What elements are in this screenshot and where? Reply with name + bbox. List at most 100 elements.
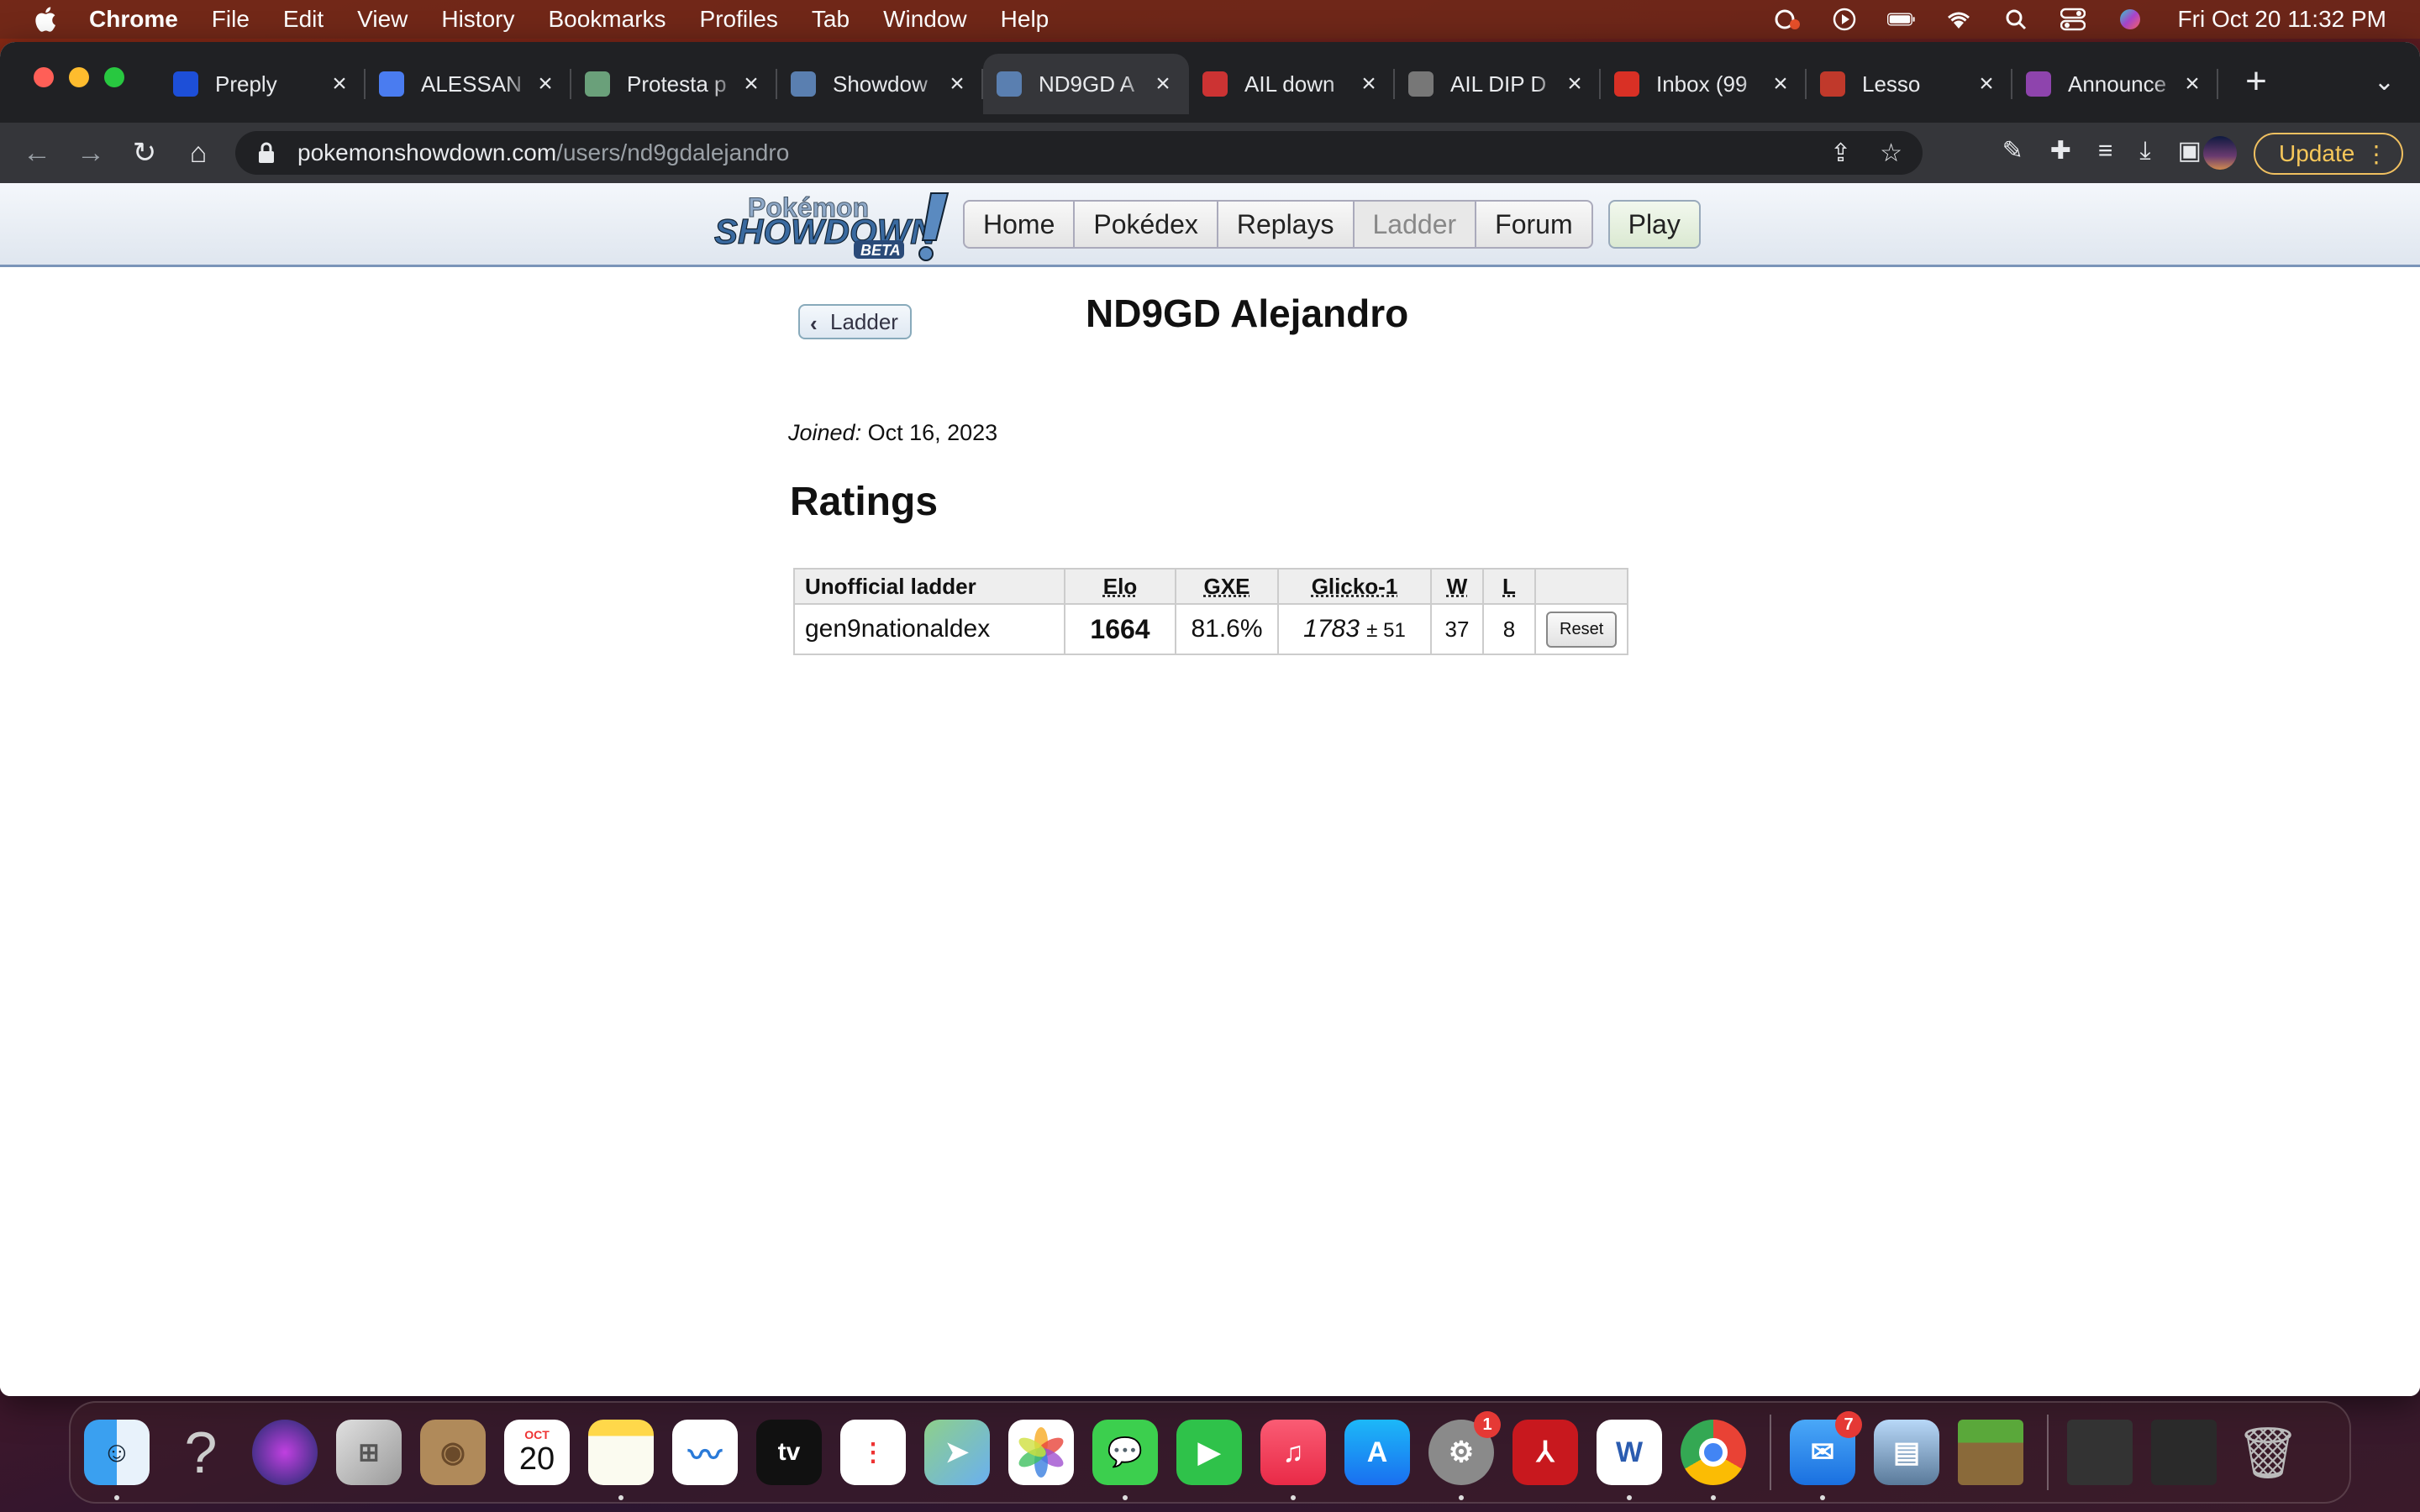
tab-close-icon[interactable]: × [327,70,352,98]
maps-icon[interactable]: ➤ [924,1420,990,1485]
menu-view[interactable]: View [357,6,408,33]
tab-close-icon[interactable]: × [944,70,970,98]
browser-tab[interactable]: Preply × [160,54,366,114]
menu-history[interactable]: History [441,6,514,33]
tab-favicon-icon [585,71,610,97]
tab-close-icon[interactable]: × [1150,70,1176,98]
finder-icon[interactable]: ☺ [84,1420,150,1500]
apple-tv-icon[interactable]: tv [756,1420,822,1485]
menu-app-chrome[interactable]: Chrome [89,6,178,33]
bookmark-star-icon[interactable]: ☆ [1880,139,1902,168]
preview-icon[interactable]: ▤ [1874,1420,1939,1485]
notes-icon[interactable] [588,1420,654,1500]
word-icon[interactable]: W [1597,1420,1662,1500]
tab-close-icon[interactable]: × [2180,70,2205,98]
nav-forum[interactable]: Forum [1475,200,1593,249]
window-controls [34,67,124,87]
downloads-icon[interactable]: ⤓ [2139,137,2150,165]
back-to-ladder-button[interactable]: ‹ Ladder [798,304,912,339]
browser-tab[interactable]: Protesta p × [571,54,777,114]
extension-icon[interactable]: ✎ [2002,136,2023,165]
browser-tab[interactable]: Lesso × [1807,54,2012,114]
recent-document-thumbnail[interactable] [2151,1420,2217,1485]
freeform-icon[interactable]: 〰 [672,1420,738,1485]
close-window-button[interactable] [34,67,54,87]
siri-icon[interactable] [2116,7,2144,32]
zoom-window-button[interactable] [104,67,124,87]
browser-tab[interactable]: Announce × [2012,54,2218,114]
browser-tab[interactable]: AIL down × [1189,54,1395,114]
menu-profiles[interactable]: Profiles [700,6,778,33]
share-icon[interactable]: ⇪ [1830,139,1851,168]
tab-search-chevron-icon[interactable]: ⌄ [2374,67,2395,97]
home-icon[interactable]: ⌂ [182,136,215,170]
media-queue-icon[interactable]: ≡ [2098,137,2113,165]
browser-tab[interactable]: Showdow × [777,54,983,114]
more-menu-icon[interactable]: ⋮ [2365,140,2388,168]
music-icon[interactable]: ♫ [1260,1420,1326,1500]
menu-edit[interactable]: Edit [283,6,324,33]
nav-home[interactable]: Home [963,200,1076,249]
tab-close-icon[interactable]: × [739,70,764,98]
trash-icon[interactable]: 🗑 [2235,1420,2301,1485]
apple-logo-icon[interactable] [32,5,57,34]
reset-button[interactable]: Reset [1546,611,1618,648]
messages-icon[interactable]: 💬 [1092,1420,1158,1500]
menu-help[interactable]: Help [1001,6,1050,33]
nav-ladder[interactable]: Ladder [1352,200,1477,249]
tab-close-icon[interactable]: × [533,70,558,98]
mail-icon[interactable]: ✉ 7 [1790,1411,1862,1500]
calendar-icon[interactable]: OCT 20 [504,1420,570,1485]
media-play-icon[interactable] [1830,7,1859,32]
side-panel-icon[interactable]: ▣ [2178,136,2202,165]
wifi-icon[interactable] [1944,7,1973,32]
tab-close-icon[interactable]: × [1562,70,1587,98]
tab-close-icon[interactable]: × [1356,70,1381,98]
update-button[interactable]: Update ⋮ [2254,133,2403,175]
tab-favicon-icon [791,71,816,97]
settings-badge: 1 [1474,1411,1501,1438]
spotlight-search-icon[interactable] [2002,7,2030,32]
launchpad-icon[interactable]: ⊞ [336,1420,402,1485]
back-arrow-icon[interactable]: ← [20,136,54,170]
browser-tab[interactable]: ALESSAN × [366,54,571,114]
extensions-puzzle-icon[interactable]: ✚ [2050,136,2071,165]
pokemon-showdown-logo[interactable]: Pokémon SHOWDOWN BETA [711,188,955,262]
header-losses: L [1502,573,1516,599]
nav-replays[interactable]: Replays [1216,200,1355,249]
creative-cloud-icon[interactable] [1773,7,1802,32]
reminders-icon[interactable]: ⋮ [840,1420,906,1485]
facetime-icon[interactable]: ▶ [1176,1420,1242,1485]
menu-bar-clock[interactable]: Fri Oct 20 11:32 PM [2178,6,2386,33]
photos-icon[interactable] [1008,1420,1074,1485]
control-center-icon[interactable] [2059,7,2087,32]
menu-tab[interactable]: Tab [812,6,850,33]
profile-avatar[interactable] [2203,136,2237,170]
system-settings-icon[interactable]: ⚙ 1 [1428,1411,1501,1500]
tab-close-icon[interactable]: × [1974,70,1999,98]
tab-separator [2217,69,2218,99]
nav-pokedex[interactable]: Pokédex [1073,200,1218,249]
play-button[interactable]: Play [1607,200,1701,249]
address-bar[interactable]: pokemonshowdown.com/users/nd9gdalejandro… [235,131,1923,175]
siri-app-icon[interactable] [252,1420,318,1485]
app-store-icon[interactable]: A [1344,1420,1410,1485]
new-tab-button[interactable]: + [2235,60,2277,102]
help-question-icon[interactable]: ? [168,1420,234,1485]
recent-window-thumbnail[interactable] [2067,1420,2133,1485]
browser-tab[interactable]: Inbox (99 × [1601,54,1807,114]
battery-icon[interactable] [1886,7,1916,32]
acrobat-icon[interactable]: ⅄ [1512,1420,1578,1485]
browser-tab[interactable]: AIL DIP D × [1395,54,1601,114]
menu-file[interactable]: File [212,6,250,33]
chrome-icon[interactable] [1681,1420,1746,1500]
contacts-icon[interactable]: ◉ [420,1420,486,1485]
menu-window[interactable]: Window [883,6,967,33]
tab-close-icon[interactable]: × [1768,70,1793,98]
minecraft-icon[interactable] [1958,1420,2023,1485]
forward-arrow-icon[interactable]: → [74,136,108,170]
browser-tab[interactable]: ND9GD A × [983,54,1189,114]
minimize-window-button[interactable] [69,67,89,87]
reload-icon[interactable]: ↻ [128,136,161,170]
menu-bookmarks[interactable]: Bookmarks [548,6,666,33]
